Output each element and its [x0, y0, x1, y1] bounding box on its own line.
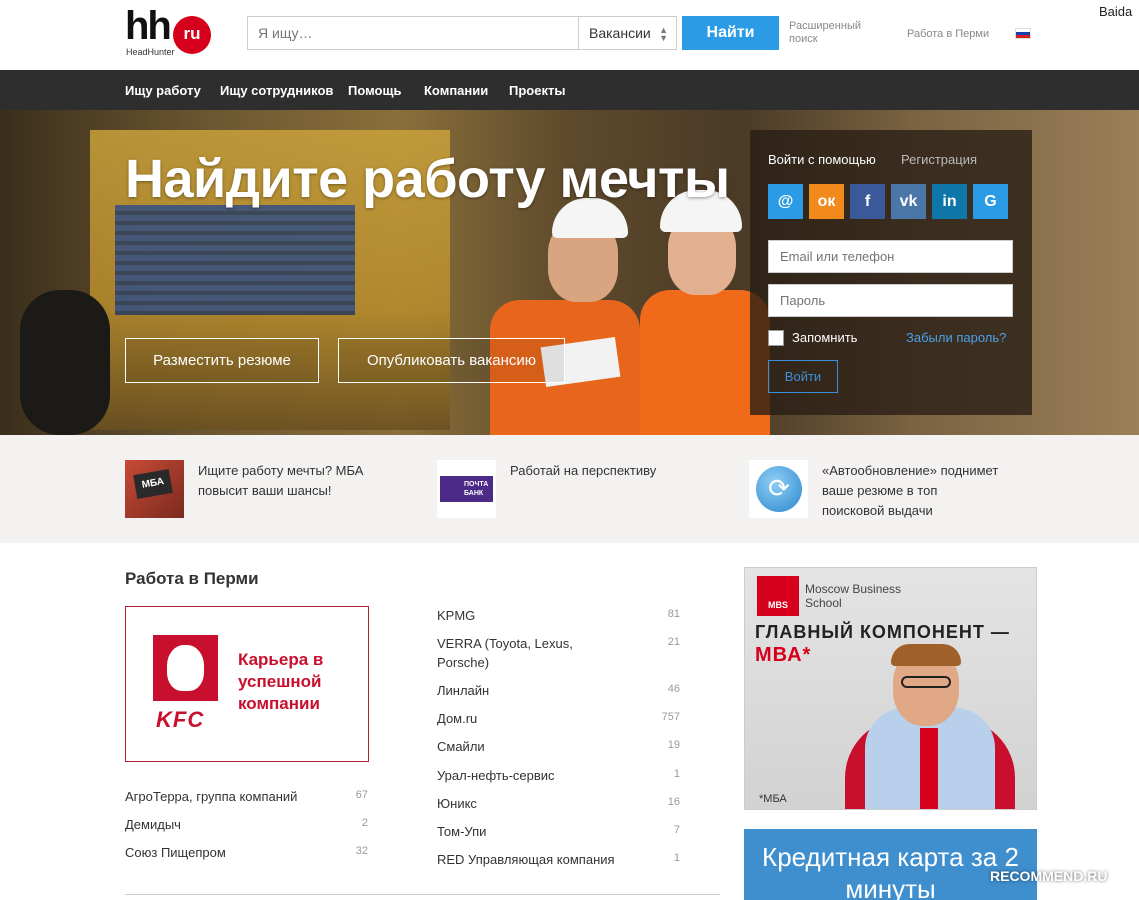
select-arrows-icon: ▲ ▼ — [659, 25, 668, 43]
company-name[interactable]: RED Управляющая компания — [437, 850, 615, 869]
company-count: 2 — [361, 817, 368, 829]
company-count: 1 — [673, 852, 680, 864]
kfc-colonel-icon — [153, 635, 218, 701]
find-button[interactable]: Найти — [682, 16, 779, 50]
company-name[interactable]: Урал-нефть-сервис — [437, 766, 555, 785]
section-divider — [125, 894, 720, 895]
logo-text: hh — [125, 4, 172, 48]
pochta-bank-logo[interactable]: ПОЧТА БАНК — [437, 460, 496, 518]
company-count: 1 — [673, 768, 680, 780]
company-name[interactable]: Юникс — [437, 794, 477, 813]
mbs-logo: MBS — [757, 576, 799, 616]
company-count: 67 — [355, 789, 368, 801]
russian-flag-icon[interactable] — [1015, 28, 1031, 39]
top-header: hh ru HeadHunter Вакансии ▲▼ Найти Расши… — [0, 0, 1139, 70]
main-nav: Ищу работу Ищу сотрудников Помощь Компан… — [0, 70, 1139, 110]
pochta-bank-label: ПОЧТА БАНК — [440, 476, 493, 502]
company-name[interactable]: Линлайн — [437, 681, 489, 700]
username[interactable]: Baida — [1099, 4, 1132, 19]
company-count: 46 — [667, 683, 680, 695]
mba-sign-icon[interactable]: МБА — [125, 460, 184, 518]
mail-icon[interactable]: @ — [768, 184, 803, 219]
promo-pochta-text[interactable]: Работай на перспективу — [510, 461, 690, 481]
hh-logo[interactable]: hh ru HeadHunter — [125, 4, 215, 60]
company-name[interactable]: Союз Пищепром — [125, 843, 226, 862]
mba-footnote: *МБА — [759, 793, 787, 805]
company-count: 81 — [667, 608, 680, 620]
search-type-select[interactable]: Вакансии ▲ ▼ — [578, 17, 676, 49]
promo-autoupdate-text[interactable]: «Автообновление» поднимет ваше резюме в … — [822, 461, 1002, 521]
logo-subtitle: HeadHunter — [126, 47, 175, 57]
nav-item-help[interactable]: Помощь — [348, 83, 401, 98]
recommend-watermark: RECOMMEND.RU — [990, 868, 1108, 884]
company-name[interactable]: Дом.ru — [437, 709, 477, 728]
hero-tire — [20, 290, 110, 435]
company-count: 16 — [667, 796, 680, 808]
linkedin-icon[interactable]: in — [932, 184, 967, 219]
company-count: 19 — [667, 739, 680, 751]
register-link[interactable]: Регистрация — [901, 152, 977, 167]
hero-truck-grill — [115, 205, 355, 315]
forgot-password-link[interactable]: Забыли пароль? — [906, 330, 1006, 345]
mba-ad-banner[interactable]: MBS Moscow Business School ГЛАВНЫЙ КОМПО… — [744, 567, 1037, 810]
logo-badge: ru — [173, 16, 211, 54]
mbs-name: Moscow Business School — [805, 582, 902, 610]
hero-title: Найдите работу мечты — [125, 149, 730, 209]
company-name[interactable]: Демидыч — [125, 815, 181, 834]
kfc-slogan: Карьера в успешной компании — [238, 650, 324, 713]
promo-mba-text[interactable]: Ищите работу мечты? МБА повысит ваши шан… — [198, 461, 378, 501]
kfc-logo: KFC — [156, 707, 205, 732]
company-name[interactable]: KPMG — [437, 606, 475, 625]
credit-card-ad[interactable]: Кредитная карта за 2 минуты — [744, 829, 1037, 900]
login-with-label: Войти с помощью — [768, 152, 876, 167]
company-count: 757 — [661, 711, 680, 723]
nav-item-find-job[interactable]: Ищу работу — [125, 83, 201, 98]
company-count: 7 — [673, 824, 680, 836]
mba-headline-accent: МВА* — [755, 644, 812, 666]
section-title: Работа в Перми — [125, 569, 259, 588]
refresh-icon[interactable]: ⟳ — [749, 460, 808, 518]
city-link[interactable]: Работа в Перми — [907, 28, 989, 40]
email-field[interactable] — [768, 240, 1013, 273]
post-resume-button[interactable]: Разместить резюме — [125, 338, 319, 383]
search-input[interactable] — [248, 17, 578, 49]
password-field[interactable] — [768, 284, 1013, 317]
search-type-value: Вакансии — [589, 25, 651, 41]
odnoklassniki-icon[interactable]: ок — [809, 184, 844, 219]
company-name[interactable]: Смайли — [437, 737, 485, 756]
mba-person-hair — [891, 644, 961, 666]
google-icon[interactable]: G — [973, 184, 1008, 219]
mba-tie — [920, 728, 938, 809]
kfc-banner[interactable]: KFC Карьера в успешной компании — [125, 606, 369, 762]
promo-strip: МБА Ищите работу мечты? МБА повысит ваши… — [0, 435, 1139, 543]
advanced-search-link[interactable]: Расширенный поиск — [789, 20, 879, 46]
mba-headline: ГЛАВНЫЙ КОМПОНЕНТ — — [755, 622, 1010, 642]
login-panel: Войти с помощью Регистрация @ ок f vk in… — [750, 130, 1032, 415]
nav-item-projects[interactable]: Проекты — [509, 83, 565, 98]
mba-sign-label: МБА — [133, 469, 173, 499]
nav-item-find-employees[interactable]: Ищу сотрудников — [220, 83, 333, 98]
company-name[interactable]: АгроТерра, группа компаний — [125, 787, 297, 806]
company-count: 21 — [667, 636, 680, 648]
remember-checkbox[interactable] — [768, 330, 784, 346]
search-box: Вакансии ▲▼ — [247, 16, 677, 50]
vk-icon[interactable]: vk — [891, 184, 926, 219]
remember-label: Запомнить — [792, 330, 858, 345]
mba-glasses-icon — [901, 676, 951, 688]
company-name[interactable]: VERRA (Toyota, Lexus, Porsche) — [437, 634, 612, 672]
nav-item-companies[interactable]: Компании — [424, 83, 488, 98]
company-count: 32 — [355, 845, 368, 857]
company-name[interactable]: Том-Упи — [437, 822, 486, 841]
post-vacancy-button[interactable]: Опубликовать вакансию — [338, 338, 565, 383]
facebook-icon[interactable]: f — [850, 184, 885, 219]
login-button[interactable]: Войти — [768, 360, 838, 393]
